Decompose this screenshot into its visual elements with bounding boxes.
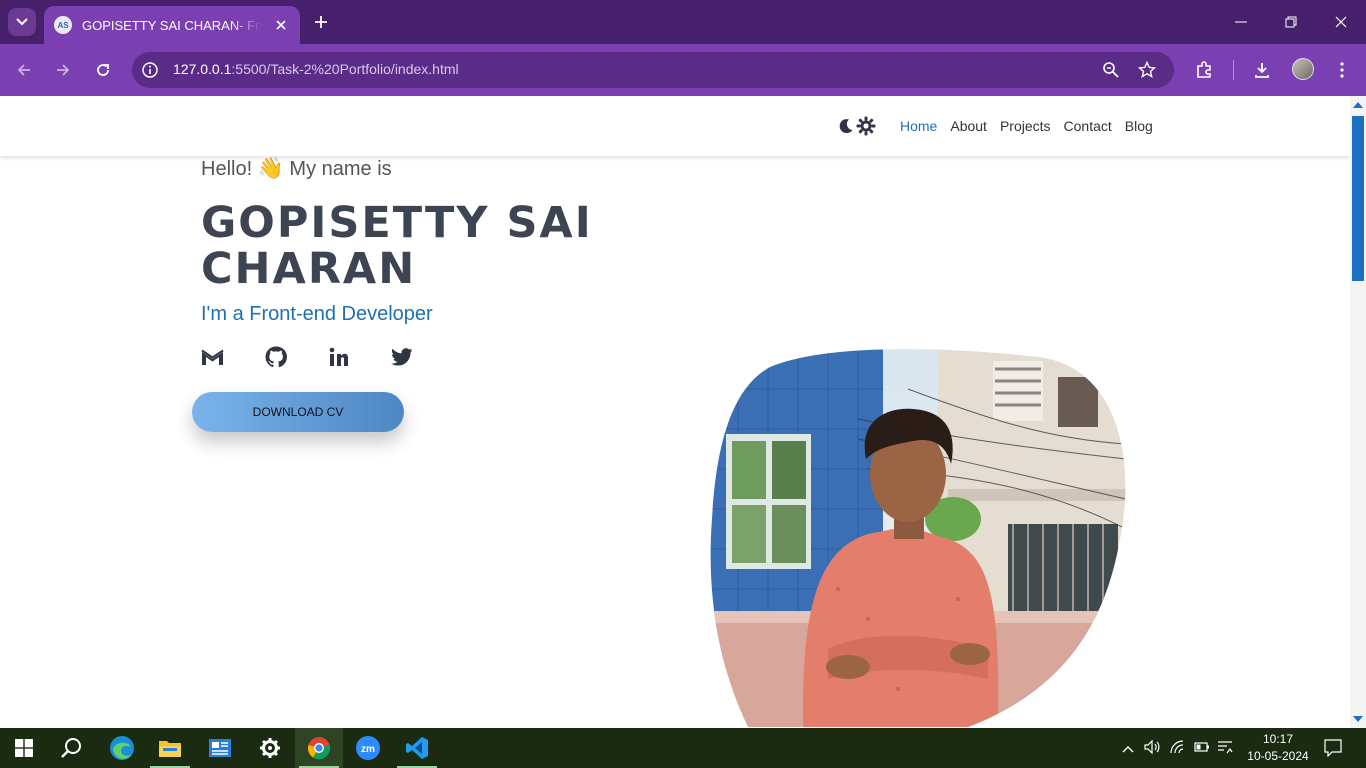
browser-tab[interactable]: AS GOPISETTY SAI CHARAN- Front-end Devel…	[44, 6, 300, 44]
theme-toggle[interactable]	[838, 116, 876, 141]
plus-icon[interactable]	[308, 9, 334, 35]
extensions-icon[interactable]	[1190, 56, 1218, 84]
tab-search-icon[interactable]	[8, 8, 36, 36]
zoom-icon[interactable]	[1102, 61, 1120, 84]
hero-role: I'm a Front-end Developer	[201, 303, 433, 325]
tab-title: GOPISETTY SAI CHARAN- Front-end Develope…	[82, 17, 262, 33]
wifi-icon[interactable]	[1170, 740, 1186, 759]
moon-icon[interactable]	[838, 118, 854, 139]
browser-tabstrip: AS GOPISETTY SAI CHARAN- Front-end Devel…	[0, 0, 1366, 44]
close-window-icon[interactable]	[1316, 0, 1366, 44]
download-icon[interactable]	[1248, 56, 1276, 84]
sun-icon[interactable]	[856, 116, 876, 141]
greeting-suffix: My name is	[289, 158, 392, 180]
clock-date: 10-05-2024	[1247, 749, 1309, 763]
zoom-app-label: zm	[361, 744, 375, 755]
site-navbar: Home About Projects Contact Blog	[0, 96, 1350, 156]
search-icon[interactable]	[48, 728, 96, 768]
restore-icon[interactable]	[1266, 0, 1316, 44]
browser-toolbar: 127.0.0.1:5500/Task-2%20Portfolio/index.…	[0, 44, 1366, 96]
taskbar-clock[interactable]: 10:17 10-05-2024	[1240, 731, 1316, 765]
chrome-icon[interactable]	[295, 728, 343, 768]
minimize-icon[interactable]	[1216, 0, 1266, 44]
toolbar-separator	[1233, 60, 1234, 80]
vscode-icon[interactable]	[393, 728, 441, 768]
download-cv-button[interactable]: DOWNLOAD CV	[192, 392, 404, 432]
favicon: AS	[54, 16, 72, 34]
gmail-icon[interactable]	[201, 346, 224, 368]
close-icon[interactable]	[272, 16, 290, 34]
social-links	[201, 346, 413, 368]
reload-icon[interactable]	[89, 56, 117, 84]
show-hidden-icons-icon[interactable]	[1122, 740, 1134, 758]
scroll-up-arrow-icon[interactable]	[1353, 102, 1363, 108]
profile-avatar[interactable]	[1292, 58, 1314, 80]
greeting-text: Hello!	[201, 158, 253, 180]
url-host: 127.0.0.1	[173, 61, 232, 77]
twitter-icon[interactable]	[390, 346, 413, 368]
hero-greeting: Hello! 👋 My name is	[201, 157, 392, 181]
zoom-app-icon[interactable]: zm	[344, 728, 392, 768]
nav-link-contact[interactable]: Contact	[1064, 118, 1112, 134]
nav-link-about[interactable]: About	[950, 118, 987, 134]
page-viewport: Home About Projects Contact Blog Hello! …	[0, 96, 1366, 728]
forward-icon[interactable]	[49, 56, 77, 84]
notifications-icon[interactable]	[1324, 739, 1342, 762]
volume-icon[interactable]	[1144, 739, 1160, 759]
battery-icon[interactable]	[1194, 740, 1210, 758]
linkedin-icon[interactable]	[327, 346, 350, 368]
site-info-icon[interactable]	[142, 62, 158, 83]
menu-icon[interactable]	[1328, 56, 1356, 84]
scroll-down-arrow-icon[interactable]	[1353, 716, 1363, 722]
page-scrollbar[interactable]	[1350, 96, 1366, 728]
back-icon[interactable]	[10, 56, 38, 84]
nav-link-projects[interactable]: Projects	[1000, 118, 1051, 134]
url-text: 127.0.0.1:5500/Task-2%20Portfolio/index.…	[173, 61, 459, 77]
nav-link-blog[interactable]: Blog	[1125, 118, 1153, 134]
star-icon[interactable]	[1137, 60, 1157, 84]
windows-taskbar: zm 10:17 10-05-2024	[0, 728, 1366, 768]
start-icon[interactable]	[0, 728, 48, 768]
github-icon[interactable]	[264, 346, 287, 368]
news-icon[interactable]	[196, 728, 244, 768]
language-icon[interactable]	[1217, 740, 1233, 759]
url-path: :5500/Task-2%20Portfolio/index.html	[231, 61, 459, 77]
scroll-thumb[interactable]	[1352, 116, 1364, 281]
nav-link-home[interactable]: Home	[900, 118, 937, 134]
clock-time: 10:17	[1262, 732, 1294, 746]
nav-links: Home About Projects Contact Blog	[900, 118, 1153, 134]
profile-photo	[710, 349, 1126, 727]
settings-icon[interactable]	[246, 728, 294, 768]
edge-icon[interactable]	[98, 728, 146, 768]
waving-hand-emoji: 👋	[257, 157, 284, 180]
file-explorer-icon[interactable]	[146, 728, 194, 768]
hero-name: GOPISETTY SAI CHARAN	[201, 198, 593, 294]
address-bar[interactable]: 127.0.0.1:5500/Task-2%20Portfolio/index.…	[132, 52, 1174, 88]
